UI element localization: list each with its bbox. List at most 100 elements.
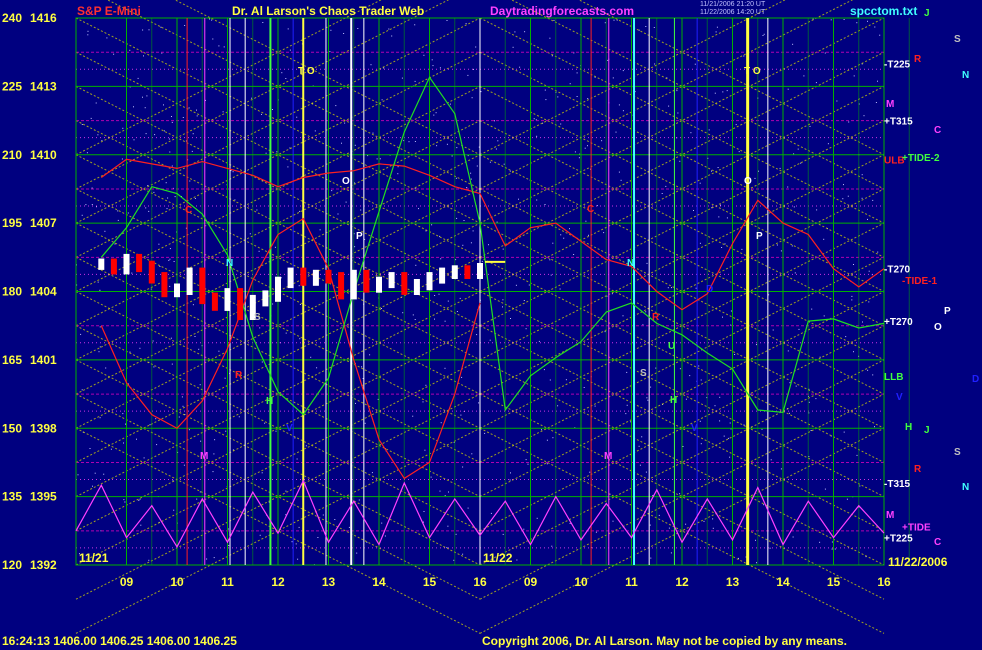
star [153,191,155,193]
star [189,180,191,182]
x-tick: 16 [877,575,891,589]
star [299,338,301,340]
star [612,77,614,79]
chart-marker: R [235,370,243,381]
star [131,272,133,274]
x-tick: 09 [524,575,538,589]
star [693,210,694,211]
planet-letter: C [934,125,941,136]
star [170,337,172,339]
star [576,96,578,97]
star [816,209,818,211]
star [200,440,202,442]
star [275,430,277,432]
star [685,523,687,525]
star [699,182,701,184]
star [830,19,832,21]
star [787,88,789,90]
star [789,382,791,384]
star [196,115,198,117]
star [471,453,473,455]
star [708,129,710,131]
star [285,78,287,79]
y-tick-left: 165 [2,353,22,367]
star [444,495,446,497]
star [475,46,477,48]
planet-letter: J [924,425,930,436]
star [536,517,538,519]
star [291,541,293,543]
star [117,219,119,221]
star [249,233,251,235]
chart-marker: R [652,312,660,323]
star [481,260,483,262]
star [381,308,382,309]
star [585,220,587,222]
star [214,439,216,441]
star [238,416,240,418]
star [843,184,844,186]
line-label: +T225 [884,534,913,545]
star [815,82,817,84]
price-bar [426,272,433,291]
star [518,198,519,200]
star [358,257,360,259]
star [861,174,863,176]
star [297,558,299,560]
star [552,437,554,439]
y-tick-left: 120 [2,558,22,572]
star [502,306,503,308]
star [859,485,861,487]
star [594,405,596,407]
star [851,299,853,301]
star [287,28,289,30]
price-bar [148,260,155,284]
star [169,285,171,287]
star [668,527,670,529]
planet-letter: M [886,510,894,521]
x-tick: 11 [625,575,638,589]
star [106,37,108,39]
star [716,26,718,28]
star [763,504,765,506]
star [379,158,381,160]
star [341,142,342,144]
star [319,229,321,231]
line-label: +TIDE-2 [902,153,940,164]
star [647,399,649,401]
price-bar [275,276,281,302]
star [516,559,518,561]
chart-marker: H [266,396,273,407]
star [281,72,283,74]
star [316,367,318,369]
star [99,326,101,328]
star [563,237,565,239]
star [435,112,437,114]
star [519,66,521,68]
star [194,336,196,337]
star [148,559,150,561]
star [565,379,567,381]
star [81,214,83,216]
star [146,95,148,97]
star [331,190,333,192]
star [171,363,173,365]
star [232,171,234,173]
line-label: -T315 [884,479,911,490]
star [726,90,728,92]
star [787,186,789,188]
star [296,116,298,118]
y-tick-left: 180 [2,285,22,299]
star [165,182,167,184]
star [143,457,145,459]
star [699,242,701,244]
star [819,541,821,543]
star [618,104,620,106]
star [448,491,449,493]
star [227,528,229,530]
star [139,498,141,500]
star [723,435,725,437]
star [549,259,551,261]
star [868,301,870,303]
star [129,351,131,353]
